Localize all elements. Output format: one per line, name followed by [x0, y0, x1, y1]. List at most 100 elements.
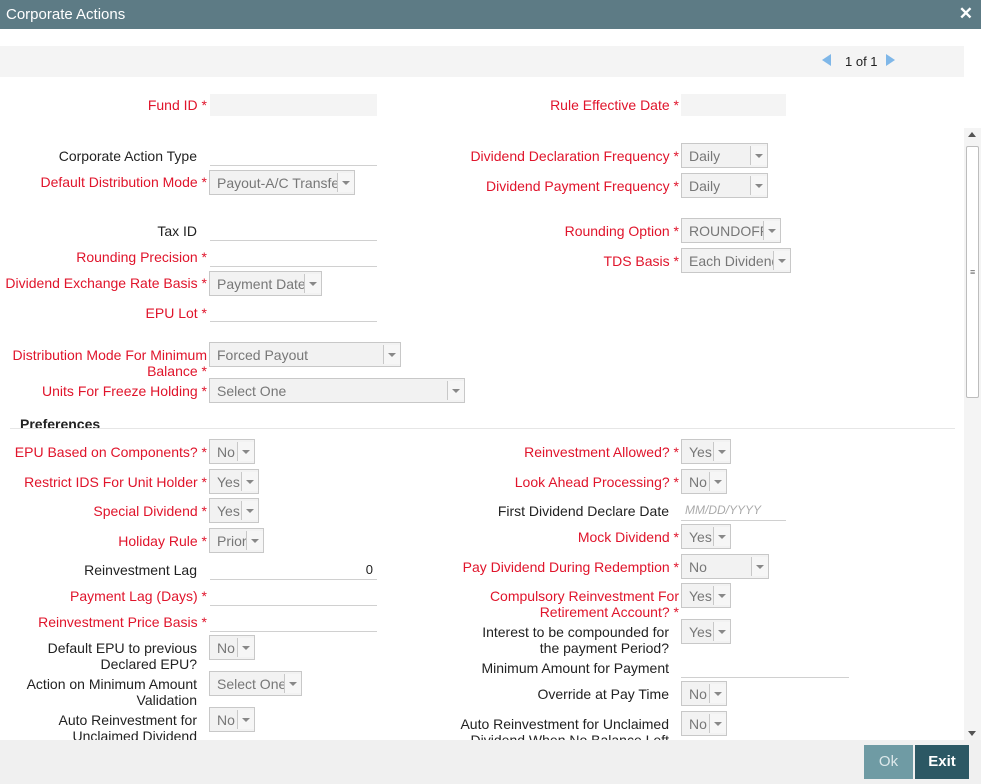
dividend-declaration-frequency-label: Dividend Declaration Frequency	[470, 148, 679, 164]
reinvestment-allowed-label: Reinvestment Allowed?	[524, 444, 679, 460]
grip-icon: ≡	[970, 267, 976, 277]
chevron-down-icon	[763, 221, 780, 240]
look-ahead-processing-select[interactable]: No	[681, 469, 727, 494]
chevron-down-icon	[750, 176, 767, 195]
rounding-precision-field[interactable]	[210, 245, 377, 267]
restrict-ids-for-unit-holder-select[interactable]: Yes	[209, 469, 259, 494]
action-on-min-amount-validation-label: Action on Minimum Amount Validation	[26, 676, 197, 708]
tds-basis-label: TDS Basis	[604, 253, 679, 269]
interest-compounded-label: Interest to be compounded for the paymen…	[482, 624, 669, 656]
epu-lot-label: EPU Lot	[146, 305, 207, 321]
payment-lag-days-field[interactable]	[210, 584, 377, 606]
first-dividend-declare-date-label: First Dividend Declare Date	[497, 503, 669, 519]
interest-compounded-select[interactable]: Yes	[681, 619, 731, 644]
chevron-down-icon	[241, 472, 258, 491]
chevron-down-icon	[713, 622, 730, 641]
chevron-down-icon	[237, 638, 254, 657]
dividend-payment-frequency-label: Dividend Payment Frequency	[486, 178, 679, 194]
reinvestment-price-basis-field[interactable]	[210, 610, 377, 632]
reinvestment-price-basis-label: Reinvestment Price Basis	[38, 614, 207, 630]
action-on-min-amount-validation-select[interactable]: Select One	[209, 671, 302, 696]
auto-reinvestment-no-balance-label: Auto Reinvestment for Unclaimed Dividend…	[460, 716, 669, 740]
corporate-action-type-field[interactable]	[210, 144, 377, 166]
close-icon[interactable]: ✕	[959, 4, 973, 24]
section-divider	[10, 428, 955, 429]
reinvestment-lag-label: Reinvestment Lag	[84, 562, 197, 578]
default-distribution-mode-select[interactable]: Payout-A/C Transfer	[209, 170, 355, 195]
preferences-heading: Preferences	[20, 416, 101, 432]
epu-lot-field[interactable]	[210, 300, 377, 322]
compulsory-reinvestment-retirement-select[interactable]: Yes	[681, 583, 731, 608]
tds-basis-select[interactable]: Each Dividend	[681, 248, 791, 273]
chevron-down-icon	[713, 527, 730, 546]
holiday-rule-label: Holiday Rule	[118, 533, 207, 549]
units-for-freeze-holding-select[interactable]: Select One	[209, 378, 465, 403]
holiday-rule-select[interactable]: Prior	[209, 528, 264, 553]
override-at-pay-time-label: Override at Pay Time	[537, 686, 670, 702]
restrict-ids-for-unit-holder-label: Restrict IDS For Unit Holder	[24, 474, 207, 490]
auto-reinvestment-unclaimed-label: Auto Reinvestment for Unclaimed Dividend	[58, 712, 197, 740]
chevron-down-icon	[713, 586, 730, 605]
rounding-option-select[interactable]: ROUNDOFF	[681, 218, 781, 243]
pay-dividend-during-redemption-select[interactable]: No	[681, 554, 769, 579]
chevron-down-icon	[337, 173, 354, 192]
distribution-mode-min-balance-select[interactable]: Forced Payout	[209, 342, 401, 367]
chevron-down-icon	[241, 501, 258, 520]
fund-id-field[interactable]	[210, 94, 377, 116]
next-record-icon[interactable]	[886, 54, 895, 66]
rounding-precision-label: Rounding Precision	[76, 249, 207, 265]
window-titlebar: Corporate Actions ✕	[0, 0, 981, 29]
record-pager: 1 of 1	[0, 46, 964, 77]
corporate-action-type-label: Corporate Action Type	[58, 148, 197, 164]
dividend-declaration-frequency-select[interactable]: Daily	[681, 143, 768, 168]
override-at-pay-time-select[interactable]: No	[681, 681, 727, 706]
scroll-down-icon[interactable]	[968, 731, 976, 736]
pay-dividend-during-redemption-label: Pay Dividend During Redemption	[463, 559, 679, 575]
auto-reinvestment-no-balance-select[interactable]: No	[681, 711, 727, 736]
minimum-amount-for-payment-field[interactable]	[681, 656, 849, 678]
rule-effective-date-label: Rule Effective Date	[550, 97, 679, 113]
mock-dividend-select[interactable]: Yes	[681, 524, 731, 549]
reinvestment-allowed-select[interactable]: Yes	[681, 439, 731, 464]
fund-id-label: Fund ID	[148, 97, 207, 113]
dividend-exchange-rate-basis-select[interactable]: Payment Date	[209, 271, 322, 296]
mock-dividend-label: Mock Dividend	[578, 529, 679, 545]
rounding-option-label: Rounding Option	[565, 223, 679, 239]
exit-button[interactable]: Exit	[915, 745, 969, 779]
default-epu-previous-label: Default EPU to previous Declared EPU?	[47, 640, 197, 672]
ok-button[interactable]: Ok	[864, 745, 913, 779]
auto-reinvestment-unclaimed-select[interactable]: No	[209, 707, 255, 732]
chevron-down-icon	[751, 557, 768, 576]
dividend-payment-frequency-select[interactable]: Daily	[681, 173, 768, 198]
first-dividend-declare-date-field[interactable]: MM/DD/YYYY	[681, 499, 786, 521]
scroll-up-icon[interactable]	[968, 132, 976, 137]
chevron-down-icon	[237, 442, 254, 461]
chevron-down-icon	[304, 274, 321, 293]
chevron-down-icon	[773, 251, 790, 270]
chevron-down-icon	[237, 710, 254, 729]
pager-info: 1 of 1	[845, 54, 878, 69]
epu-based-on-components-select[interactable]: No	[209, 439, 255, 464]
chevron-down-icon	[713, 442, 730, 461]
chevron-down-icon	[750, 146, 767, 165]
epu-based-on-components-label: EPU Based on Components?	[15, 444, 207, 460]
chevron-down-icon	[709, 684, 726, 703]
chevron-down-icon	[246, 531, 263, 550]
chevron-down-icon	[447, 381, 464, 400]
distribution-mode-min-balance-label: Distribution Mode For Minimum Balance	[7, 347, 208, 379]
scrollbar-thumb[interactable]: ≡	[966, 146, 979, 398]
window-title: Corporate Actions	[6, 6, 126, 23]
tax-id-field[interactable]	[210, 219, 377, 241]
units-for-freeze-holding-label: Units For Freeze Holding	[42, 383, 207, 399]
tax-id-label: Tax ID	[157, 223, 197, 239]
special-dividend-label: Special Dividend	[93, 503, 207, 519]
default-epu-previous-select[interactable]: No	[209, 635, 255, 660]
minimum-amount-for-payment-label: Minimum Amount for Payment	[481, 660, 669, 676]
chevron-down-icon	[709, 714, 726, 733]
reinvestment-lag-field[interactable]: 0	[210, 558, 377, 580]
rule-effective-date-field[interactable]	[681, 94, 786, 116]
vertical-scrollbar[interactable]: ≡	[964, 128, 981, 740]
previous-record-icon[interactable]	[822, 54, 831, 66]
dividend-exchange-rate-basis-label: Dividend Exchange Rate Basis	[5, 275, 207, 291]
special-dividend-select[interactable]: Yes	[209, 498, 259, 523]
